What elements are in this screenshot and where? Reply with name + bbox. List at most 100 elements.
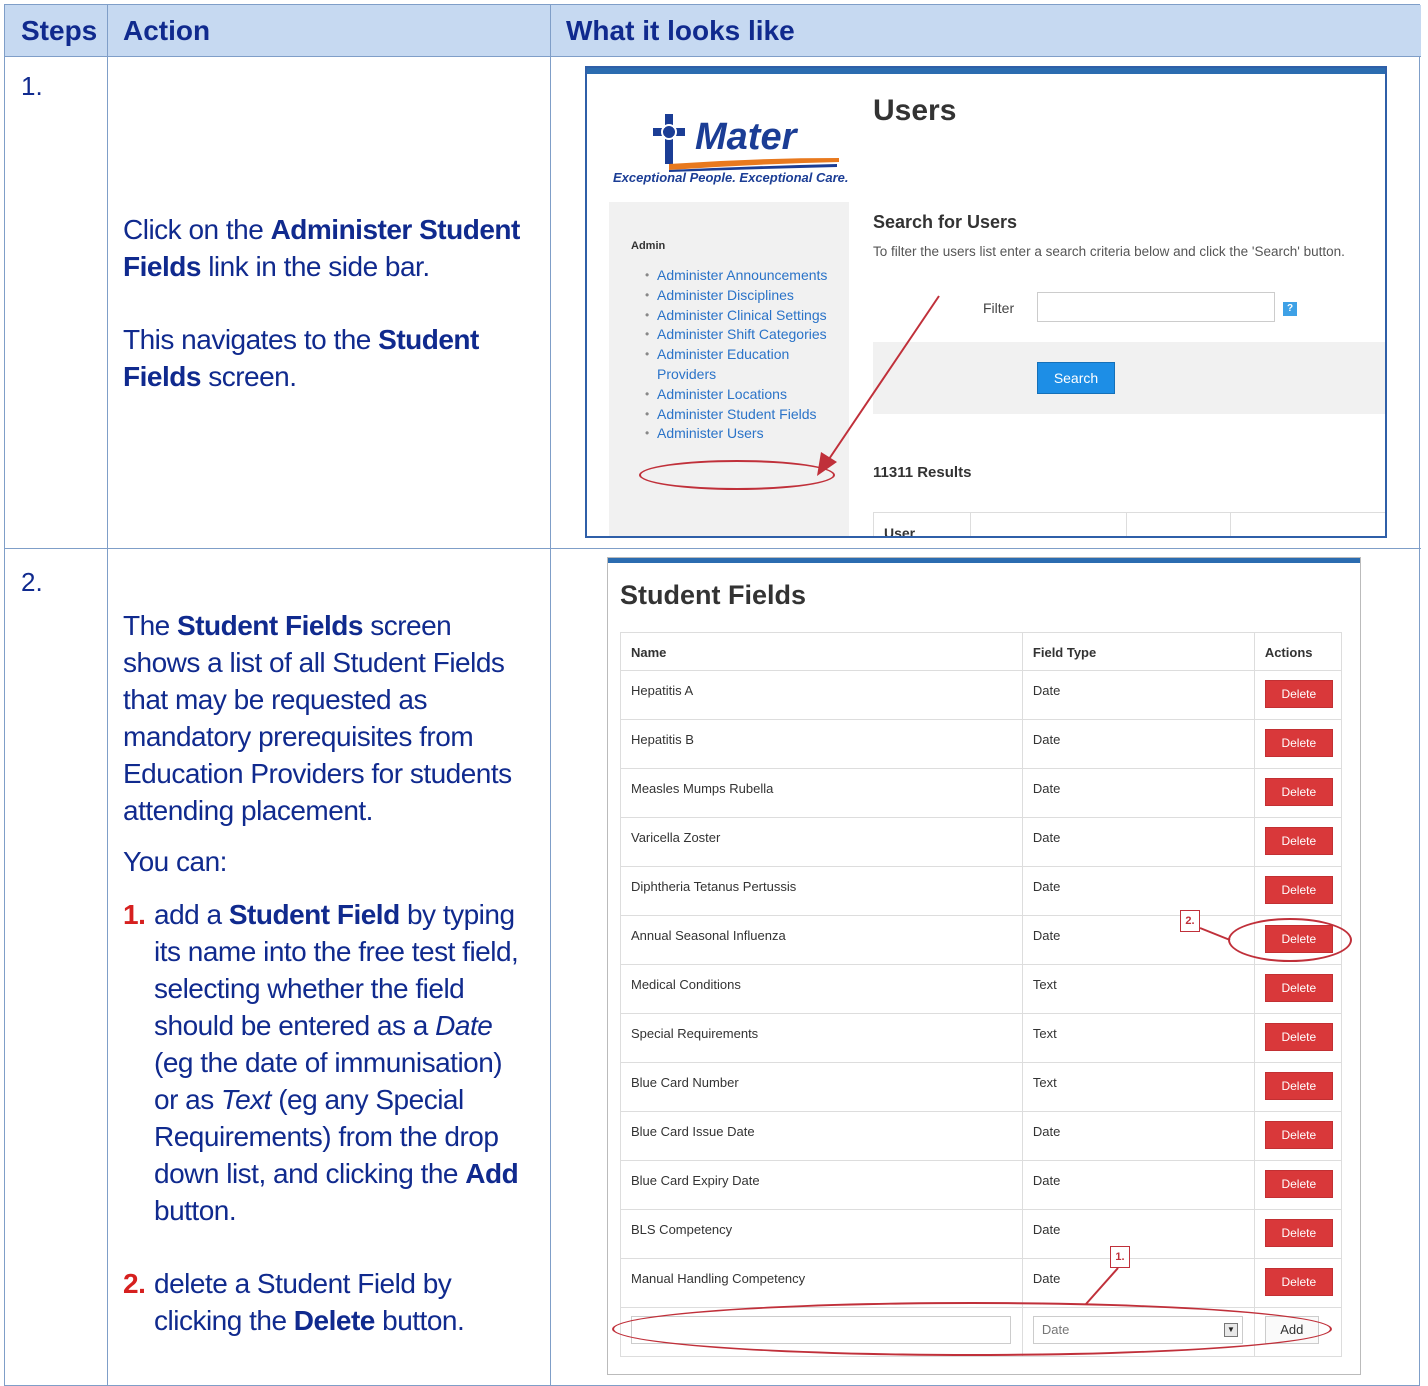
delete-highlight-ring xyxy=(1228,918,1352,962)
list-item: 2. delete a Student Field by clicking th… xyxy=(123,1268,465,1336)
column-divider xyxy=(1126,513,1127,536)
field-type: Date xyxy=(1021,1209,1255,1259)
delete-button[interactable]: Delete xyxy=(1264,876,1333,904)
delete-button[interactable]: Delete xyxy=(1264,827,1333,855)
table-row: Measles Mumps Rubella Date Delete xyxy=(620,768,1343,818)
field-name: Varicella Zoster xyxy=(620,817,1023,867)
sidebar-menu: Administer Announcements Administer Disc… xyxy=(645,266,845,444)
step-1-instructions: Click on the Administer Student Fields l… xyxy=(123,211,533,395)
help-icon[interactable]: ? xyxy=(1283,302,1297,316)
users-results-table: User xyxy=(873,512,1385,536)
field-name: Blue Card Issue Date xyxy=(620,1111,1023,1161)
student-fields-table: Name Field Type Actions Hepatitis A Date… xyxy=(620,632,1343,1357)
sidebar-item-announcements[interactable]: Administer Announcements xyxy=(645,266,845,286)
column-divider xyxy=(1230,513,1231,536)
table-row: Medical Conditions Text Delete xyxy=(620,964,1343,1014)
step-1-paragraph: This navigates to the Student Fields scr… xyxy=(123,324,479,392)
field-type: Date xyxy=(1021,1111,1255,1161)
annotation-1: 1. xyxy=(1110,1246,1130,1268)
column-divider xyxy=(550,5,551,1386)
column-header-field-type: Field Type xyxy=(1021,632,1255,671)
header-action: Action xyxy=(123,15,211,46)
delete-button[interactable]: Delete xyxy=(1264,1219,1333,1247)
list-item: 1. add a Student Field by typing its nam… xyxy=(123,899,519,1226)
field-type: Date xyxy=(1021,915,1255,965)
logo-tagline: Exceptional People. Exceptional Care. xyxy=(613,170,849,185)
table-row: Hepatitis A Date Delete xyxy=(620,670,1343,720)
field-type: Date xyxy=(1021,1160,1255,1210)
field-name: Blue Card Number xyxy=(620,1062,1023,1112)
filter-label: Filter xyxy=(983,300,1015,316)
delete-button[interactable]: Delete xyxy=(1264,974,1333,1002)
row-divider xyxy=(5,548,1421,549)
search-description: To filter the users list enter a search … xyxy=(873,244,1345,259)
you-can-label: You can: xyxy=(123,846,227,877)
sidebar-item-locations[interactable]: Administer Locations xyxy=(645,385,845,405)
field-type: Date xyxy=(1021,719,1255,769)
header-steps: Steps xyxy=(21,15,98,46)
table-row: Special Requirements Text Delete xyxy=(620,1013,1343,1063)
table-header-row: Name Field Type Actions xyxy=(620,632,1343,671)
page-title: Users xyxy=(873,94,957,127)
field-name: Diphtheria Tetanus Pertussis xyxy=(620,866,1023,916)
field-name: Manual Handling Competency xyxy=(620,1258,1023,1308)
field-name: BLS Competency xyxy=(620,1209,1023,1259)
delete-button[interactable]: Delete xyxy=(1264,1268,1333,1296)
field-type: Date xyxy=(1021,817,1255,867)
step-1-paragraph: Click on the Administer Student Fields l… xyxy=(123,214,520,282)
results-count: 11311 Results xyxy=(873,464,972,481)
search-button-band xyxy=(873,342,1385,414)
field-name: Measles Mumps Rubella xyxy=(620,768,1023,818)
table-row: Blue Card Number Text Delete xyxy=(620,1062,1343,1112)
sidebar-item-shift-categories[interactable]: Administer Shift Categories xyxy=(645,325,845,345)
field-type: Text xyxy=(1021,1062,1255,1112)
search-button[interactable]: Search xyxy=(1037,362,1115,394)
top-accent-bar xyxy=(608,558,1360,563)
step-2-instructions: The Student Fields screen shows a list o… xyxy=(123,607,533,1339)
column-divider xyxy=(107,5,108,1386)
table-row: BLS Competency Date Delete xyxy=(620,1209,1343,1259)
field-type: Text xyxy=(1021,964,1255,1014)
sidebar-item-education-providers[interactable]: Administer Education Providers xyxy=(645,345,845,385)
field-type: Date xyxy=(1021,768,1255,818)
sidebar-item-users[interactable]: Administer Users xyxy=(645,424,845,444)
table-row: Hepatitis B Date Delete xyxy=(620,719,1343,769)
sidebar-item-disciplines[interactable]: Administer Disciplines xyxy=(645,286,845,306)
sidebar-item-student-fields[interactable]: Administer Student Fields xyxy=(645,405,845,425)
table-row: Blue Card Expiry Date Date Delete xyxy=(620,1160,1343,1210)
field-type: Date xyxy=(1021,670,1255,720)
top-accent-bar xyxy=(587,68,1385,74)
step-2-intro: The Student Fields screen shows a list o… xyxy=(123,610,512,826)
column-divider xyxy=(970,513,971,536)
header-what-it-looks-like: What it looks like xyxy=(566,15,795,46)
users-page-screenshot: Mater Exceptional People. Exceptional Ca… xyxy=(585,66,1387,538)
add-row-highlight-ring xyxy=(612,1302,1332,1356)
step-number-2: 2. xyxy=(21,567,43,597)
logo-wordmark: Mater xyxy=(695,116,797,158)
delete-button[interactable]: Delete xyxy=(1264,729,1333,757)
field-name: Special Requirements xyxy=(620,1013,1023,1063)
delete-button[interactable]: Delete xyxy=(1264,1072,1333,1100)
field-name: Blue Card Expiry Date xyxy=(620,1160,1023,1210)
delete-button[interactable]: Delete xyxy=(1264,1121,1333,1149)
delete-button[interactable]: Delete xyxy=(1264,778,1333,806)
mater-logo: Mater Exceptional People. Exceptional Ca… xyxy=(613,98,853,218)
field-type: Date xyxy=(1021,866,1255,916)
delete-button[interactable]: Delete xyxy=(1264,1023,1333,1051)
field-name: Hepatitis B xyxy=(620,719,1023,769)
page-title: Student Fields xyxy=(620,580,807,610)
step-number-1: 1. xyxy=(21,71,43,101)
field-name: Annual Seasonal Influenza xyxy=(620,915,1023,965)
delete-button[interactable]: Delete xyxy=(1264,1170,1333,1198)
delete-button[interactable]: Delete xyxy=(1264,680,1333,708)
column-header-name: Name xyxy=(620,632,1023,671)
student-fields-screenshot: Student Fields Name Field Type Actions H… xyxy=(607,557,1361,1375)
field-name: Medical Conditions xyxy=(620,964,1023,1014)
filter-input[interactable] xyxy=(1037,292,1275,322)
field-type: Text xyxy=(1021,1013,1255,1063)
search-section-title: Search for Users xyxy=(873,212,1018,232)
table-row: Diphtheria Tetanus Pertussis Date Delete xyxy=(620,866,1343,916)
sidebar-item-clinical-settings[interactable]: Administer Clinical Settings xyxy=(645,306,845,326)
table-row: Blue Card Issue Date Date Delete xyxy=(620,1111,1343,1161)
student-fields-highlight-ring xyxy=(639,460,835,490)
